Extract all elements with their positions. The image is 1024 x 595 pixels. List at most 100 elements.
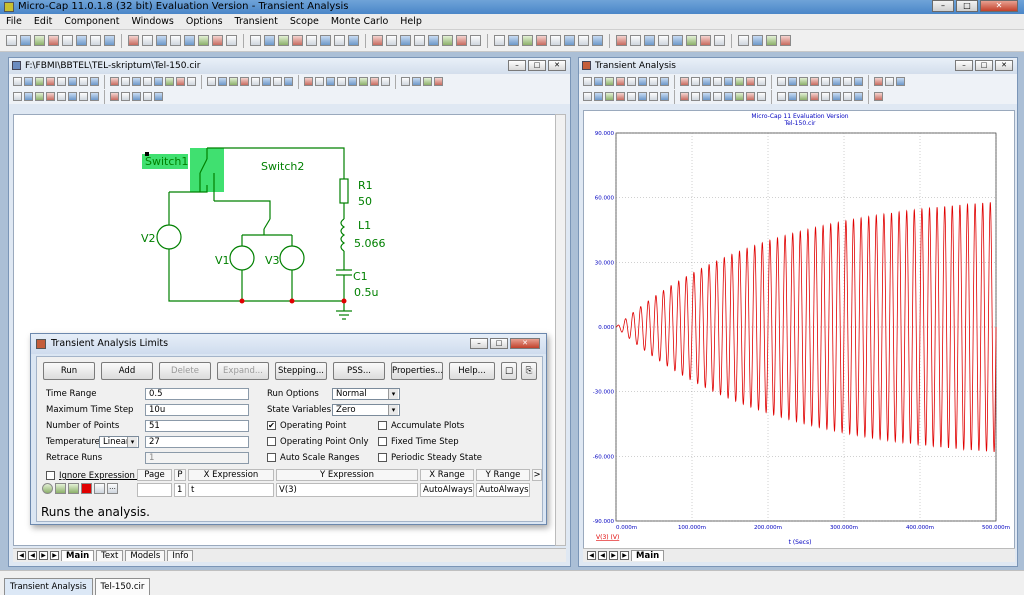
main-tool-icon[interactable]	[292, 35, 303, 46]
main-tool-icon[interactable]	[494, 35, 505, 46]
schematic-tool-icon[interactable]	[434, 77, 443, 86]
color-icon[interactable]	[81, 483, 92, 494]
main-tool-icon[interactable]	[738, 35, 749, 46]
transient-tool-icon[interactable]	[843, 77, 852, 86]
ta-first-page-icon[interactable]: ◀	[587, 551, 596, 560]
main-tool-icon[interactable]	[536, 35, 547, 46]
schematic-tool-icon[interactable]	[57, 92, 66, 101]
transient-tool-icon[interactable]	[691, 92, 700, 101]
transient-tool-icon[interactable]	[680, 92, 689, 101]
main-tool-icon[interactable]	[508, 35, 519, 46]
ta-last-page-icon[interactable]: ▶	[620, 551, 629, 560]
dialog-minimize-button[interactable]: –	[470, 338, 488, 349]
schematic-tool-icon[interactable]	[401, 77, 410, 86]
transient-minimize-button[interactable]: –	[955, 60, 973, 71]
main-tool-icon[interactable]	[226, 35, 237, 46]
schematic-tool-icon[interactable]	[110, 92, 119, 101]
transient-tool-icon[interactable]	[702, 77, 711, 86]
schematic-tool-icon[interactable]	[79, 92, 88, 101]
main-tool-icon[interactable]	[62, 35, 73, 46]
schematic-tool-icon[interactable]	[337, 77, 346, 86]
schematic-tool-icon[interactable]	[284, 77, 293, 86]
transient-tool-icon[interactable]	[896, 77, 905, 86]
maximize-button[interactable]: □	[956, 0, 978, 12]
transient-tool-icon[interactable]	[799, 77, 808, 86]
grid-cell-page[interactable]	[137, 483, 172, 497]
transient-tool-icon[interactable]	[605, 92, 614, 101]
first-page-icon[interactable]: ◀	[17, 551, 26, 560]
grid-cell-xrange[interactable]: AutoAlways	[420, 483, 474, 497]
r1-symbol[interactable]	[339, 178, 349, 204]
schematic-tool-icon[interactable]	[68, 92, 77, 101]
accumulate-checkbox[interactable]	[378, 421, 387, 430]
transient-tool-icon[interactable]	[832, 92, 841, 101]
main-tool-icon[interactable]	[156, 35, 167, 46]
schematic-close-button[interactable]: ✕	[548, 60, 566, 71]
transient-tool-icon[interactable]	[810, 92, 819, 101]
schematic-tool-icon[interactable]	[132, 92, 141, 101]
menu-help[interactable]: Help	[400, 16, 422, 27]
v2-symbol[interactable]	[156, 224, 182, 250]
transient-tool-icon[interactable]	[605, 77, 614, 86]
main-tool-icon[interactable]	[550, 35, 561, 46]
tab-main[interactable]: Main	[61, 550, 95, 561]
transient-tool-icon[interactable]	[724, 92, 733, 101]
transient-tool-icon[interactable]	[874, 77, 883, 86]
more-icon[interactable]: ...	[107, 483, 118, 494]
plot-type-icon-2[interactable]	[68, 483, 79, 494]
transient-tool-icon[interactable]	[746, 77, 755, 86]
schematic-tool-icon[interactable]	[154, 92, 163, 101]
window-tab-circuit[interactable]: Tel-150.cir	[94, 578, 151, 595]
ta-next-page-icon[interactable]: ▶	[609, 551, 618, 560]
schematic-tool-icon[interactable]	[143, 77, 152, 86]
schematic-tool-icon[interactable]	[68, 77, 77, 86]
schematic-tool-icon[interactable]	[154, 77, 163, 86]
transient-tool-icon[interactable]	[777, 92, 786, 101]
menu-windows[interactable]: Windows	[131, 16, 173, 27]
schematic-tool-icon[interactable]	[143, 92, 152, 101]
transient-tool-icon[interactable]	[854, 77, 863, 86]
transient-tool-icon[interactable]	[810, 77, 819, 86]
main-tool-icon[interactable]	[592, 35, 603, 46]
grid-cell-x[interactable]: t	[188, 483, 274, 497]
transient-tool-icon[interactable]	[735, 92, 744, 101]
main-tool-icon[interactable]	[48, 35, 59, 46]
menu-options[interactable]: Options	[186, 16, 223, 27]
enable-icon[interactable]	[42, 483, 53, 494]
transient-tool-icon[interactable]	[788, 77, 797, 86]
main-tool-icon[interactable]	[372, 35, 383, 46]
transient-tool-icon[interactable]	[660, 92, 669, 101]
schematic-tool-icon[interactable]	[121, 92, 130, 101]
tab-text[interactable]: Text	[96, 550, 124, 561]
main-tool-icon[interactable]	[400, 35, 411, 46]
menu-edit[interactable]: Edit	[34, 16, 52, 27]
schematic-tool-icon[interactable]	[24, 92, 33, 101]
transient-tool-icon[interactable]	[799, 92, 808, 101]
transient-tool-icon[interactable]	[821, 92, 830, 101]
grid-cell-p[interactable]: 1	[174, 483, 186, 497]
transient-tool-icon[interactable]	[746, 92, 755, 101]
schematic-tool-icon[interactable]	[121, 77, 130, 86]
delete-button[interactable]: Delete	[159, 362, 211, 380]
transient-tool-icon[interactable]	[788, 92, 797, 101]
transient-tool-icon[interactable]	[638, 92, 647, 101]
schematic-tool-icon[interactable]	[262, 77, 271, 86]
main-tool-icon[interactable]	[142, 35, 153, 46]
retrace-runs-input[interactable]: 1	[145, 452, 249, 464]
transient-tool-icon[interactable]	[616, 77, 625, 86]
transient-tool-icon[interactable]	[885, 77, 894, 86]
schematic-tool-icon[interactable]	[13, 77, 22, 86]
transient-tool-icon[interactable]	[594, 92, 603, 101]
main-tool-icon[interactable]	[128, 35, 139, 46]
main-tool-icon[interactable]	[578, 35, 589, 46]
tab-models[interactable]: Models	[125, 550, 166, 561]
fixed-step-checkbox[interactable]	[378, 437, 387, 446]
transient-tool-icon[interactable]	[583, 92, 592, 101]
schematic-tool-icon[interactable]	[207, 77, 216, 86]
run-button[interactable]: Run	[43, 362, 95, 380]
main-tool-icon[interactable]	[306, 35, 317, 46]
schematic-tool-icon[interactable]	[315, 77, 324, 86]
schematic-tool-icon[interactable]	[218, 77, 227, 86]
run-options-select[interactable]: Normal	[332, 388, 400, 400]
schematic-tool-icon[interactable]	[423, 77, 432, 86]
